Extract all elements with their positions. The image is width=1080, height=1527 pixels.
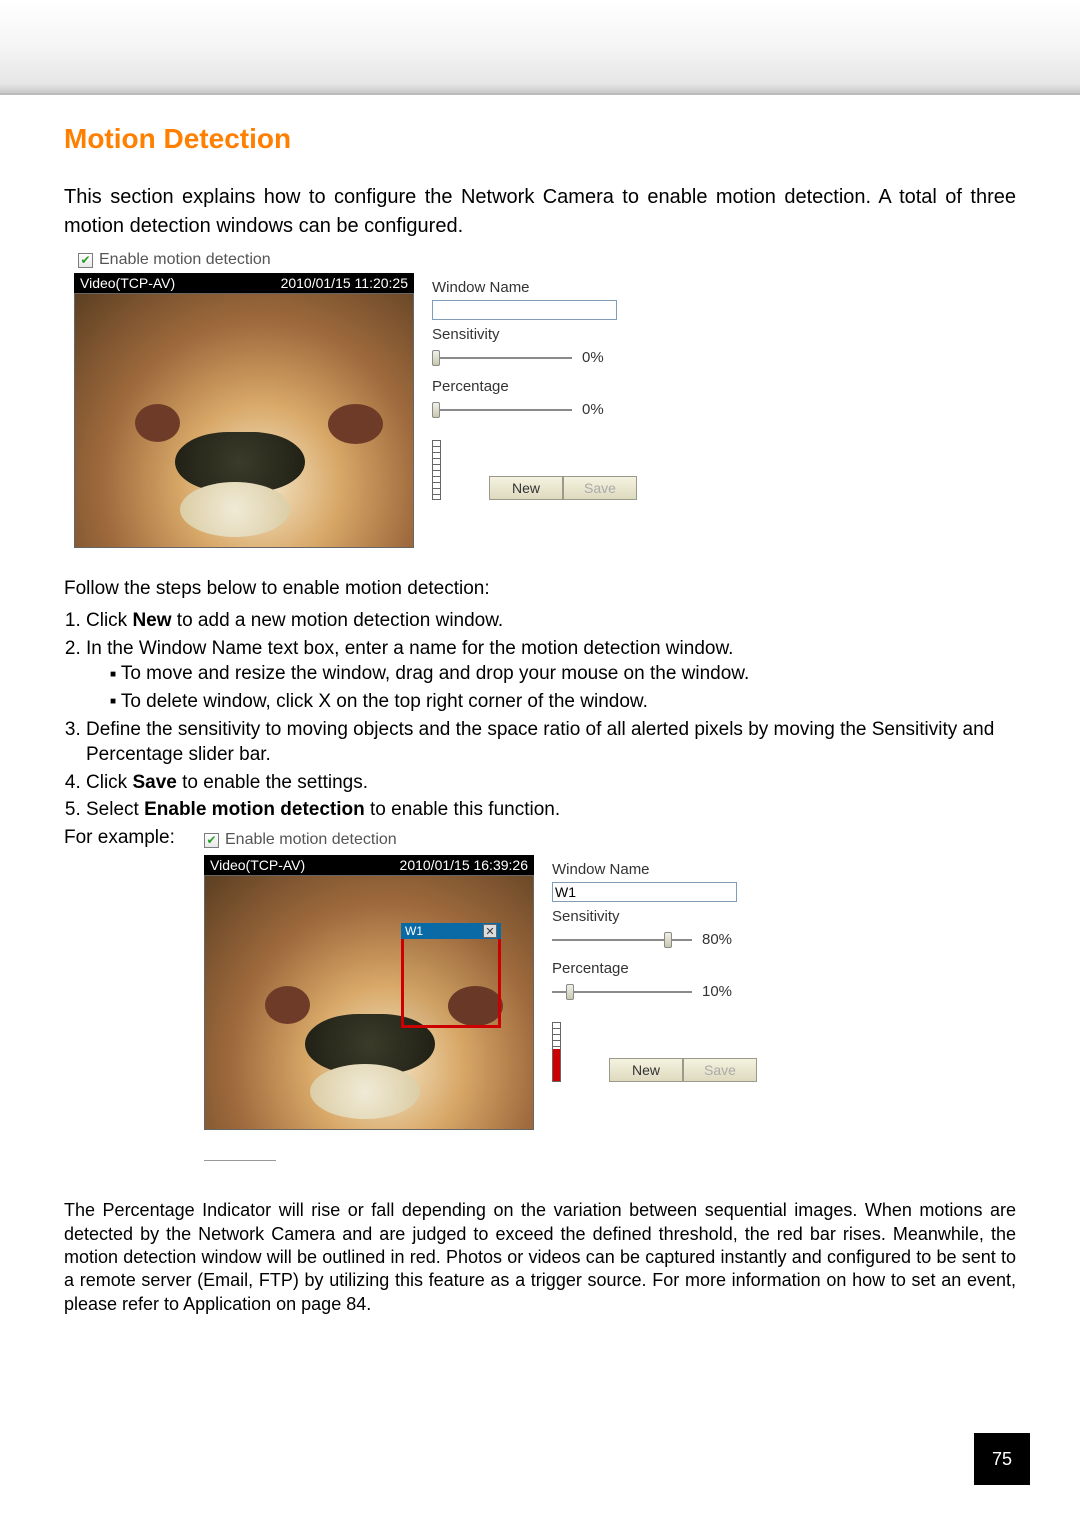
step-3: Define the sensitivity to moving objects… (86, 717, 1016, 768)
enable-motion-row: ✔ Enable motion detection (78, 251, 1016, 269)
step-bold: New (132, 610, 171, 631)
window-name-input[interactable] (432, 300, 617, 320)
scene-sofa (310, 1064, 420, 1119)
percentage-thumb[interactable] (432, 402, 440, 418)
percentage-value: 0% (582, 401, 604, 418)
new-button[interactable]: New (489, 476, 563, 500)
video-header-1: Video(TCP-AV) 2010/01/15 11:20:25 (74, 273, 414, 293)
scene-chair (265, 986, 310, 1024)
new-button-2[interactable]: New (609, 1058, 683, 1082)
step-4: Click Save to enable the settings. (86, 770, 1016, 796)
window-name-label-2: Window Name (552, 861, 757, 878)
video-source-label: Video(TCP-AV) (80, 275, 175, 291)
example-1: Video(TCP-AV) 2010/01/15 11:20:25 Window… (74, 273, 1016, 548)
video-preview-2: Video(TCP-AV) 2010/01/15 16:39:26 W1 ✕ (204, 855, 534, 1130)
step-text: Click (86, 772, 132, 793)
intro-paragraph: This section explains how to configure t… (64, 183, 1016, 241)
enable-motion-label-2: Enable motion detection (225, 831, 397, 849)
scene-chair (135, 404, 180, 442)
page-header-bar (0, 0, 1080, 95)
video-timestamp-2: 2010/01/15 16:39:26 (400, 857, 528, 873)
sensitivity-label-2: Sensitivity (552, 908, 757, 925)
percentage-slider[interactable] (432, 409, 572, 411)
close-icon[interactable]: ✕ (483, 924, 497, 938)
selection-titlebar[interactable]: W1 ✕ (401, 923, 501, 939)
enable-motion-checkbox-2[interactable]: ✔ (204, 833, 219, 848)
step-text: In the Window Name text box, enter a nam… (86, 638, 733, 659)
enable-motion-row-2: ✔ Enable motion detection (204, 831, 1016, 849)
step-text: to enable this function. (365, 799, 560, 820)
step-text: Select (86, 799, 144, 820)
sensitivity-value-2: 80% (702, 931, 732, 948)
sensitivity-value: 0% (582, 349, 604, 366)
controls-panel-2: Window Name Sensitivity 80% Percentage 1… (552, 855, 757, 1130)
step-bold: Save (132, 772, 176, 793)
video-source-label-2: Video(TCP-AV) (210, 857, 305, 873)
video-frame-1[interactable] (74, 293, 414, 548)
window-name-input-2[interactable] (552, 882, 737, 902)
steps-intro: Follow the steps below to enable motion … (64, 578, 1016, 600)
percentage-thumb-2[interactable] (566, 984, 574, 1000)
step-bold: Enable motion detection (144, 799, 365, 820)
enable-motion-label: Enable motion detection (99, 251, 271, 269)
level-indicator-fill-2 (553, 1049, 560, 1081)
controls-panel-1: Window Name Sensitivity 0% Percentage 0% (432, 273, 637, 548)
sensitivity-slider-2[interactable] (552, 939, 692, 941)
video-preview-1: Video(TCP-AV) 2010/01/15 11:20:25 (74, 273, 414, 548)
video-frame-2[interactable]: W1 ✕ (204, 875, 534, 1130)
step-2: In the Window Name text box, enter a nam… (86, 636, 1016, 715)
page-number: 75 (974, 1433, 1030, 1485)
sensitivity-label: Sensitivity (432, 326, 637, 343)
percentage-value-2: 10% (702, 983, 732, 1000)
percentage-slider-2[interactable] (552, 991, 692, 993)
step-text: to enable the settings. (177, 772, 368, 793)
sensitivity-thumb-2[interactable] (664, 932, 672, 948)
scene-chair (328, 404, 383, 444)
step-1: Click New to add a new motion detection … (86, 608, 1016, 634)
step-text: to add a new motion detection window. (172, 610, 504, 631)
level-indicator (432, 440, 441, 500)
page-content: Motion Detection This section explains h… (0, 95, 1080, 1316)
step-2a: To move and resize the window, drag and … (110, 661, 1016, 687)
step-5: Select Enable motion detection to enable… (86, 797, 1016, 823)
selection-title-text: W1 (405, 924, 423, 938)
scene-sofa (180, 482, 290, 537)
video-header-2: Video(TCP-AV) 2010/01/15 16:39:26 (204, 855, 534, 875)
footer-paragraph: The Percentage Indicator will rise or fa… (64, 1199, 1016, 1316)
step-2b: To delete window, click X on the top rig… (110, 689, 1016, 715)
separator-line (204, 1160, 276, 1161)
video-timestamp: 2010/01/15 11:20:25 (281, 275, 408, 291)
percentage-label-2: Percentage (552, 960, 757, 977)
enable-motion-checkbox[interactable]: ✔ (78, 253, 93, 268)
sensitivity-slider[interactable] (432, 357, 572, 359)
percentage-label: Percentage (432, 378, 637, 395)
save-button-2[interactable]: Save (683, 1058, 757, 1082)
level-indicator-2 (552, 1022, 561, 1082)
section-title: Motion Detection (64, 123, 1016, 155)
example-2: Video(TCP-AV) 2010/01/15 16:39:26 W1 ✕ (204, 855, 1016, 1130)
step-text: Click (86, 610, 132, 631)
steps-list: Click New to add a new motion detection … (64, 608, 1016, 823)
sensitivity-thumb[interactable] (432, 350, 440, 366)
save-button[interactable]: Save (563, 476, 637, 500)
motion-window-selection[interactable]: W1 ✕ (401, 936, 501, 1028)
window-name-label: Window Name (432, 279, 637, 296)
